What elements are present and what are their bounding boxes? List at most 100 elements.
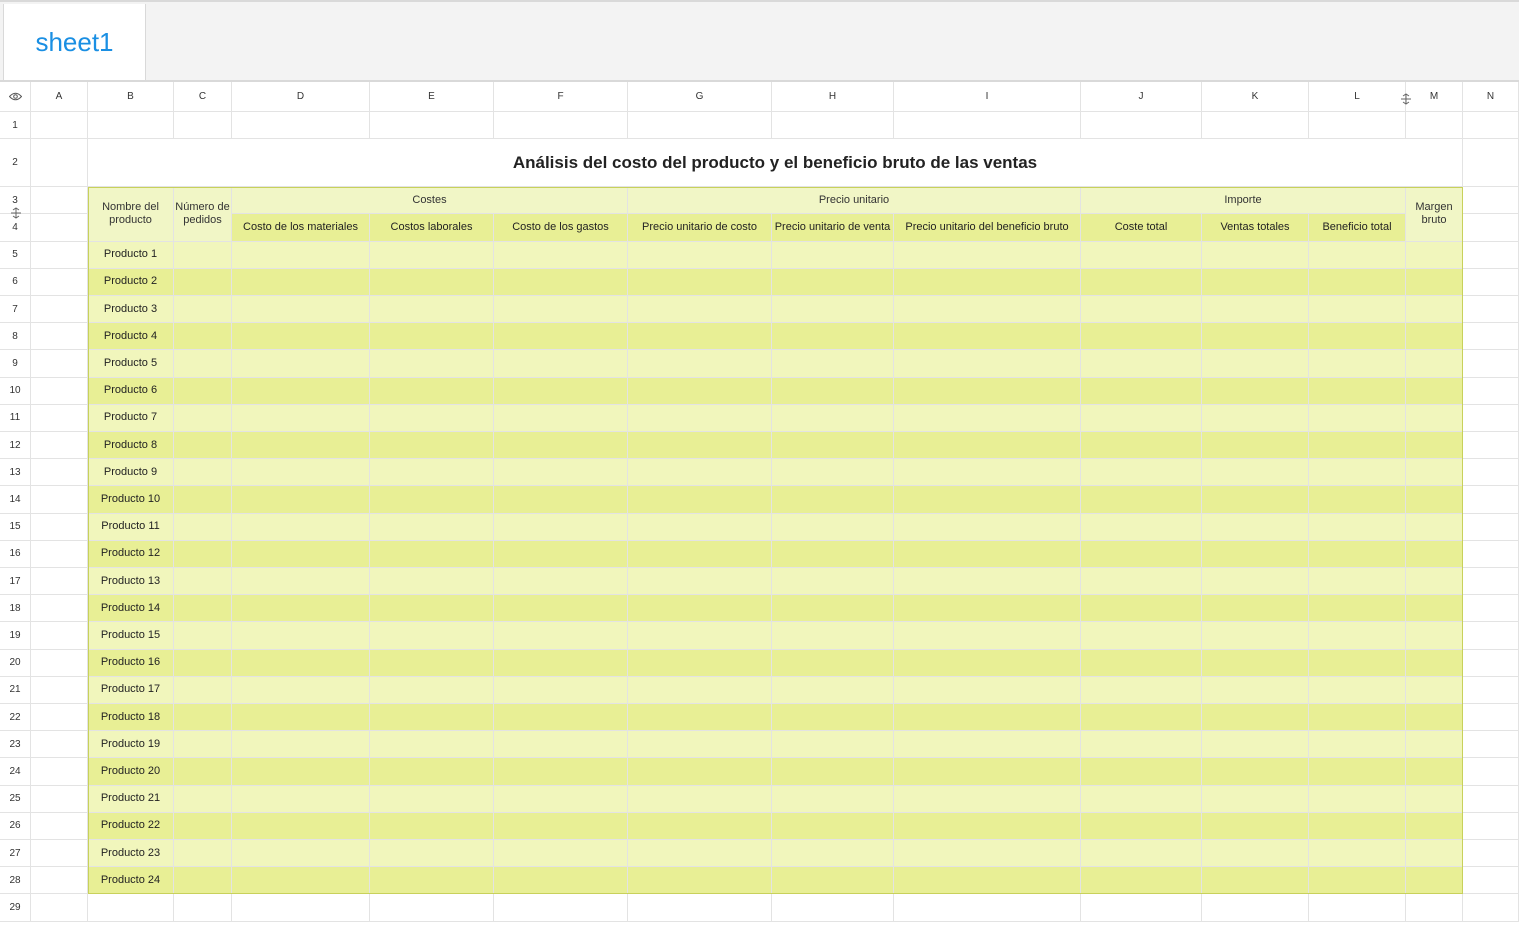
data-cell[interactable]	[1309, 377, 1406, 405]
data-cell[interactable]	[772, 296, 894, 324]
data-cell[interactable]	[894, 459, 1081, 487]
data-cell[interactable]	[1081, 404, 1202, 432]
data-cell[interactable]	[1309, 812, 1406, 840]
data-cell[interactable]	[1202, 649, 1309, 677]
column-header-d[interactable]: D	[232, 82, 370, 112]
row-header-9[interactable]: 9	[0, 350, 31, 378]
data-cell[interactable]	[370, 704, 494, 732]
data-cell[interactable]	[1202, 676, 1309, 704]
data-cell[interactable]	[494, 758, 628, 786]
data-cell[interactable]	[1202, 513, 1309, 541]
data-cell[interactable]	[494, 595, 628, 623]
data-cell[interactable]	[232, 840, 370, 868]
cell[interactable]	[1463, 595, 1519, 623]
row-header-17[interactable]: 17	[0, 568, 31, 596]
data-cell[interactable]	[772, 350, 894, 378]
data-cell[interactable]	[1081, 758, 1202, 786]
data-cell[interactable]	[1202, 377, 1309, 405]
data-cell[interactable]	[894, 241, 1081, 269]
data-cell[interactable]	[494, 296, 628, 324]
data-cell[interactable]	[494, 404, 628, 432]
data-cell[interactable]	[1309, 486, 1406, 514]
cell[interactable]	[1463, 649, 1519, 677]
data-cell[interactable]	[1406, 296, 1463, 324]
product-name-cell[interactable]: Producto 13	[88, 568, 174, 596]
data-cell[interactable]	[1202, 812, 1309, 840]
data-cell[interactable]	[772, 812, 894, 840]
cell[interactable]	[31, 704, 88, 732]
data-cell[interactable]	[1081, 459, 1202, 487]
data-cell[interactable]	[174, 377, 232, 405]
cell[interactable]	[1463, 758, 1519, 786]
data-cell[interactable]	[772, 704, 894, 732]
data-cell[interactable]	[894, 595, 1081, 623]
data-cell[interactable]	[894, 676, 1081, 704]
data-cell[interactable]	[174, 268, 232, 296]
data-cell[interactable]	[1081, 785, 1202, 813]
product-name-cell[interactable]: Producto 18	[88, 704, 174, 732]
row-header-29[interactable]: 29	[0, 894, 31, 922]
data-cell[interactable]	[772, 377, 894, 405]
row-header-16[interactable]: 16	[0, 540, 31, 568]
data-cell[interactable]	[370, 432, 494, 460]
row-header-2[interactable]: 2	[0, 139, 31, 188]
cell[interactable]	[174, 894, 232, 922]
data-cell[interactable]	[894, 486, 1081, 514]
cell[interactable]	[31, 139, 88, 188]
data-cell[interactable]	[1309, 867, 1406, 895]
data-cell[interactable]	[1406, 432, 1463, 460]
data-cell[interactable]	[232, 513, 370, 541]
cell[interactable]	[31, 595, 88, 623]
cell[interactable]	[370, 112, 494, 140]
cell[interactable]	[31, 513, 88, 541]
data-cell[interactable]	[1081, 676, 1202, 704]
data-cell[interactable]	[370, 296, 494, 324]
data-cell[interactable]	[894, 731, 1081, 759]
cell[interactable]	[31, 894, 88, 922]
data-cell[interactable]	[1202, 404, 1309, 432]
data-cell[interactable]	[174, 704, 232, 732]
data-cell[interactable]	[232, 568, 370, 596]
cell[interactable]	[31, 214, 88, 242]
data-cell[interactable]	[628, 323, 772, 351]
data-cell[interactable]	[370, 867, 494, 895]
data-cell[interactable]	[494, 459, 628, 487]
data-cell[interactable]	[370, 676, 494, 704]
data-cell[interactable]	[772, 785, 894, 813]
data-cell[interactable]	[232, 867, 370, 895]
data-cell[interactable]	[628, 758, 772, 786]
data-cell[interactable]	[894, 268, 1081, 296]
data-cell[interactable]	[628, 867, 772, 895]
data-cell[interactable]	[174, 404, 232, 432]
row-header-1[interactable]: 1	[0, 112, 31, 140]
data-cell[interactable]	[494, 350, 628, 378]
cell[interactable]	[31, 622, 88, 650]
data-cell[interactable]	[1406, 676, 1463, 704]
cell[interactable]	[31, 568, 88, 596]
cell[interactable]	[31, 486, 88, 514]
data-cell[interactable]	[894, 704, 1081, 732]
row-header-14[interactable]: 14	[0, 486, 31, 514]
cell[interactable]	[31, 731, 88, 759]
data-cell[interactable]	[628, 540, 772, 568]
data-cell[interactable]	[772, 568, 894, 596]
data-cell[interactable]	[1406, 241, 1463, 269]
data-cell[interactable]	[1081, 840, 1202, 868]
data-cell[interactable]	[232, 377, 370, 405]
column-resize-icon[interactable]	[1400, 92, 1412, 110]
cell[interactable]	[232, 112, 370, 140]
data-cell[interactable]	[174, 758, 232, 786]
data-cell[interactable]	[628, 676, 772, 704]
data-cell[interactable]	[232, 595, 370, 623]
data-cell[interactable]	[772, 241, 894, 269]
data-cell[interactable]	[628, 649, 772, 677]
column-header-m[interactable]: M	[1406, 82, 1463, 112]
data-cell[interactable]	[232, 486, 370, 514]
row-header-22[interactable]: 22	[0, 704, 31, 732]
data-cell[interactable]	[494, 840, 628, 868]
data-cell[interactable]	[894, 568, 1081, 596]
data-cell[interactable]	[1081, 540, 1202, 568]
data-cell[interactable]	[1406, 568, 1463, 596]
data-cell[interactable]	[494, 377, 628, 405]
data-cell[interactable]	[1081, 731, 1202, 759]
